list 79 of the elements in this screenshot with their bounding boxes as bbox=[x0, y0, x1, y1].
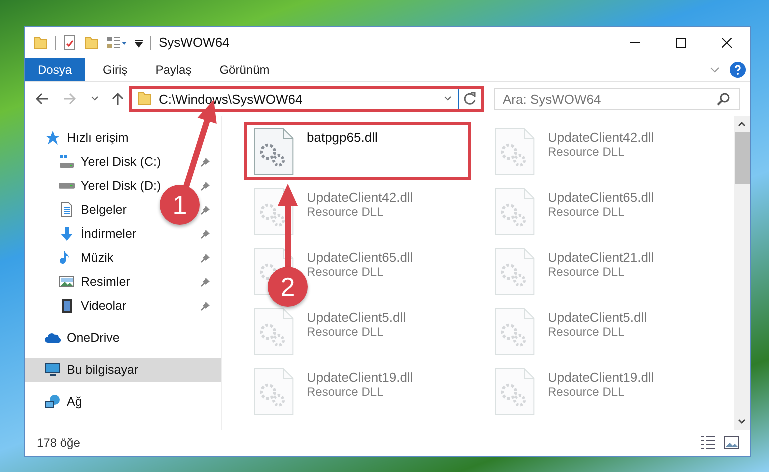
drive-icon bbox=[59, 154, 75, 170]
sidebar-item[interactable]: Yerel Disk (C:) bbox=[59, 150, 162, 174]
file-type: Resource DLL bbox=[548, 385, 626, 399]
pin-icon[interactable] bbox=[201, 301, 211, 311]
properties-icon[interactable] bbox=[62, 34, 78, 50]
ribbon-tab[interactable]: Görünüm bbox=[206, 58, 284, 81]
picture-icon bbox=[59, 274, 75, 290]
file-name: UpdateClient65.dll bbox=[548, 190, 654, 205]
file-type: Resource DLL bbox=[307, 385, 385, 399]
sidebar-item[interactable]: Hızlı erişim bbox=[45, 126, 129, 150]
file-name: UpdateClient19.dll bbox=[548, 370, 654, 385]
file-type: Resource DLL bbox=[548, 145, 626, 159]
folder-icon[interactable] bbox=[84, 34, 100, 50]
sidebar-item[interactable]: Belgeler bbox=[59, 198, 127, 222]
pin-icon[interactable] bbox=[201, 277, 211, 287]
pin-icon[interactable] bbox=[201, 205, 211, 215]
search-icon bbox=[717, 92, 731, 106]
file-name: UpdateClient65.dll bbox=[307, 250, 414, 265]
close-icon bbox=[722, 38, 732, 48]
recent-caret-icon[interactable] bbox=[91, 96, 99, 102]
network-icon bbox=[45, 394, 61, 410]
scroll-thumb[interactable] bbox=[734, 132, 750, 184]
search-field[interactable]: Ara: SysWOW64 bbox=[494, 88, 740, 110]
file-name: UpdateClient5.dll bbox=[307, 310, 406, 325]
sidebar-item[interactable]: Resimler bbox=[59, 270, 130, 294]
sidebar-item[interactable]: İndirmeler bbox=[59, 222, 137, 246]
file-item[interactable]: batpgp65.dll bbox=[244, 122, 471, 180]
address-bar[interactable]: C:\Windows\SysWOW64 bbox=[129, 86, 484, 112]
sidebar-item[interactable]: Bu bilgisayar bbox=[25, 358, 221, 382]
item-count: 178 öğe bbox=[37, 436, 80, 450]
pin-icon[interactable] bbox=[201, 157, 211, 167]
monitor-icon bbox=[45, 362, 61, 378]
file-name: batpgp65.dll bbox=[307, 130, 378, 145]
ribbon-tab[interactable]: Giriş bbox=[89, 58, 142, 81]
address-path: C:\Windows\SysWOW64 bbox=[159, 92, 303, 106]
star-icon bbox=[45, 130, 61, 146]
file-type: Resource DLL bbox=[307, 325, 385, 339]
file-type: Resource DLL bbox=[548, 205, 626, 219]
drive-icon bbox=[59, 183, 75, 189]
maximize-icon bbox=[676, 38, 686, 48]
sidebar-item[interactable]: Yerel Disk (D:) bbox=[59, 174, 162, 198]
view-dropdown-icon[interactable] bbox=[106, 34, 128, 50]
dropdown-caret-icon[interactable] bbox=[444, 96, 452, 102]
file-type: Resource DLL bbox=[548, 325, 626, 339]
refresh-icon[interactable] bbox=[463, 92, 477, 106]
film-icon bbox=[59, 298, 75, 314]
window-title: SysWOW64 bbox=[159, 35, 230, 50]
chevron-down-icon[interactable] bbox=[710, 66, 720, 72]
scroll-down-icon[interactable] bbox=[738, 419, 746, 425]
pin-icon[interactable] bbox=[201, 229, 211, 239]
pin-icon[interactable] bbox=[201, 181, 211, 191]
ribbon-tab[interactable]: Paylaş bbox=[142, 58, 206, 81]
file-type: Resource DLL bbox=[307, 265, 385, 279]
sidebar-item[interactable]: OneDrive bbox=[45, 326, 120, 350]
folder-icon[interactable] bbox=[33, 34, 49, 50]
file-name: UpdateClient42.dll bbox=[548, 130, 654, 145]
back-arrow-icon[interactable] bbox=[35, 92, 49, 106]
file-type: Resource DLL bbox=[307, 205, 385, 219]
document-icon bbox=[59, 202, 75, 218]
file-type: Resource DLL bbox=[548, 265, 626, 279]
up-arrow-icon[interactable] bbox=[111, 92, 125, 106]
folder-icon bbox=[137, 91, 153, 107]
customize-caret-icon[interactable] bbox=[134, 38, 144, 48]
scrollbar[interactable] bbox=[734, 116, 750, 430]
file-name: UpdateClient42.dll bbox=[307, 190, 414, 205]
sidebar-item[interactable]: Müzik bbox=[59, 246, 114, 270]
file-name: UpdateClient21.dll bbox=[548, 250, 654, 265]
large-icons-view-icon[interactable] bbox=[724, 436, 740, 450]
sidebar-item[interactable]: Ağ bbox=[45, 390, 82, 414]
forward-arrow-icon[interactable] bbox=[63, 92, 77, 106]
scroll-up-icon[interactable] bbox=[738, 121, 746, 127]
file-name: UpdateClient5.dll bbox=[548, 310, 648, 325]
help-icon[interactable] bbox=[730, 62, 746, 78]
file-name: UpdateClient19.dll bbox=[307, 370, 414, 385]
pin-icon[interactable] bbox=[201, 253, 211, 263]
ribbon-tab[interactable]: Dosya bbox=[25, 58, 86, 81]
sidebar-item[interactable]: Videolar bbox=[59, 294, 127, 318]
details-view-icon[interactable] bbox=[700, 436, 716, 450]
download-arrow-icon bbox=[59, 226, 75, 242]
